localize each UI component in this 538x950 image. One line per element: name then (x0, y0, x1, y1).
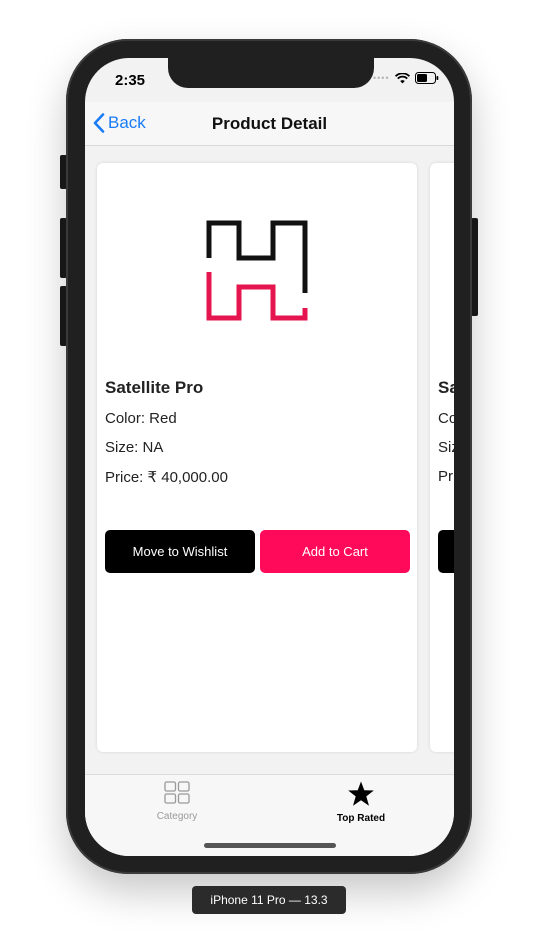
product-color: Co (438, 410, 454, 427)
move-to-wishlist-button[interactable] (438, 530, 454, 573)
device-label: iPhone 11 Pro — 13.3 (192, 886, 346, 914)
tab-top-rated-label: Top Rated (336, 813, 386, 824)
tab-top-rated[interactable]: Top Rated (301, 781, 421, 824)
status-icons: •••• (373, 72, 439, 84)
product-logo-image (206, 220, 308, 321)
product-size: Size: NA (105, 439, 164, 456)
product-color: Color: Red (105, 410, 177, 427)
product-price: Price: ₹ 40,000.00 (105, 469, 228, 486)
tab-category[interactable]: Category (117, 781, 237, 822)
phone-screen: 2:35 •••• Back Product Detail Satellite … (85, 58, 454, 856)
product-name: Sa (438, 378, 454, 397)
product-name: Satellite Pro (105, 378, 204, 397)
notch (168, 58, 374, 88)
product-price: Pr (438, 468, 453, 485)
add-to-cart-button[interactable]: Add to Cart (260, 530, 410, 573)
tab-category-label: Category (156, 811, 198, 822)
grid-icon (164, 781, 190, 804)
status-time: 2:35 (115, 72, 146, 89)
product-card: Satellite Pro Color: Red Size: NA Price:… (97, 163, 417, 752)
star-icon (348, 781, 374, 806)
product-size: Siz (438, 439, 454, 456)
battery-icon (414, 72, 438, 84)
page-title: Product Detail (211, 114, 328, 133)
product-card-next[interactable]: Sa Co Siz Pr (430, 163, 454, 752)
home-indicator[interactable] (204, 843, 336, 848)
power-button (471, 218, 478, 316)
navigation-bar: Back Product Detail (85, 102, 454, 146)
signal-dots-icon: •••• (373, 73, 390, 83)
wifi-icon (394, 72, 410, 83)
product-carousel[interactable]: Satellite Pro Color: Red Size: NA Price:… (85, 146, 454, 774)
move-to-wishlist-button[interactable]: Move to Wishlist (105, 530, 255, 573)
